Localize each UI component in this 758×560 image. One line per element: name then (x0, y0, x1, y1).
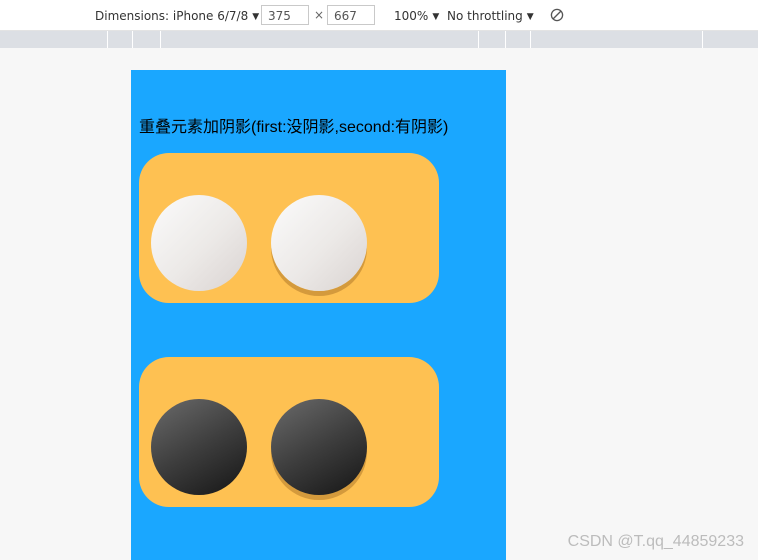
media-query-ruler[interactable] (0, 31, 758, 48)
white-piece-first (151, 195, 247, 291)
chevron-down-icon: ▼ (526, 12, 534, 22)
ruler-tick (132, 31, 133, 48)
ruler-tick (530, 31, 531, 48)
throttling-dropdown[interactable]: No throttling ▼ (447, 8, 534, 25)
emulated-viewport-area: 重叠元素加阴影(first:没阴影,second:有阴影) (0, 48, 758, 560)
chevron-down-icon: ▼ (252, 12, 260, 22)
white-piece-second (271, 195, 367, 291)
chevron-down-icon: ▼ (432, 12, 440, 22)
ruler-tick (478, 31, 479, 48)
rotate-icon[interactable] (550, 8, 564, 22)
ruler-tick (160, 31, 161, 48)
ruler-tick (505, 31, 506, 48)
black-pieces-card (139, 357, 439, 507)
ruler-tick (107, 31, 108, 48)
white-pieces-card (139, 153, 439, 303)
device-dimensions-dropdown[interactable]: Dimensions: iPhone 6/7/8 ▼ (95, 8, 259, 25)
device-screen: 重叠元素加阴影(first:没阴影,second:有阴影) (131, 70, 506, 560)
black-piece-second (271, 399, 367, 495)
times-sign: × (314, 8, 325, 22)
throttling-label: No throttling (447, 9, 523, 23)
height-input[interactable]: 667 (327, 5, 375, 25)
page-heading: 重叠元素加阴影(first:没阴影,second:有阴影) (139, 119, 449, 136)
width-input[interactable]: 375 (261, 5, 309, 25)
zoom-label: 100% (394, 9, 429, 23)
device-dimensions-label: Dimensions: iPhone 6/7/8 (95, 9, 249, 23)
ruler-tick (702, 31, 703, 48)
devtools-device-toolbar: Dimensions: iPhone 6/7/8 ▼ 375 × 667 100%… (0, 0, 758, 31)
zoom-dropdown[interactable]: 100% ▼ (394, 8, 439, 25)
black-piece-first (151, 399, 247, 495)
csdn-watermark: CSDN @T.qq_44859233 (567, 533, 744, 550)
